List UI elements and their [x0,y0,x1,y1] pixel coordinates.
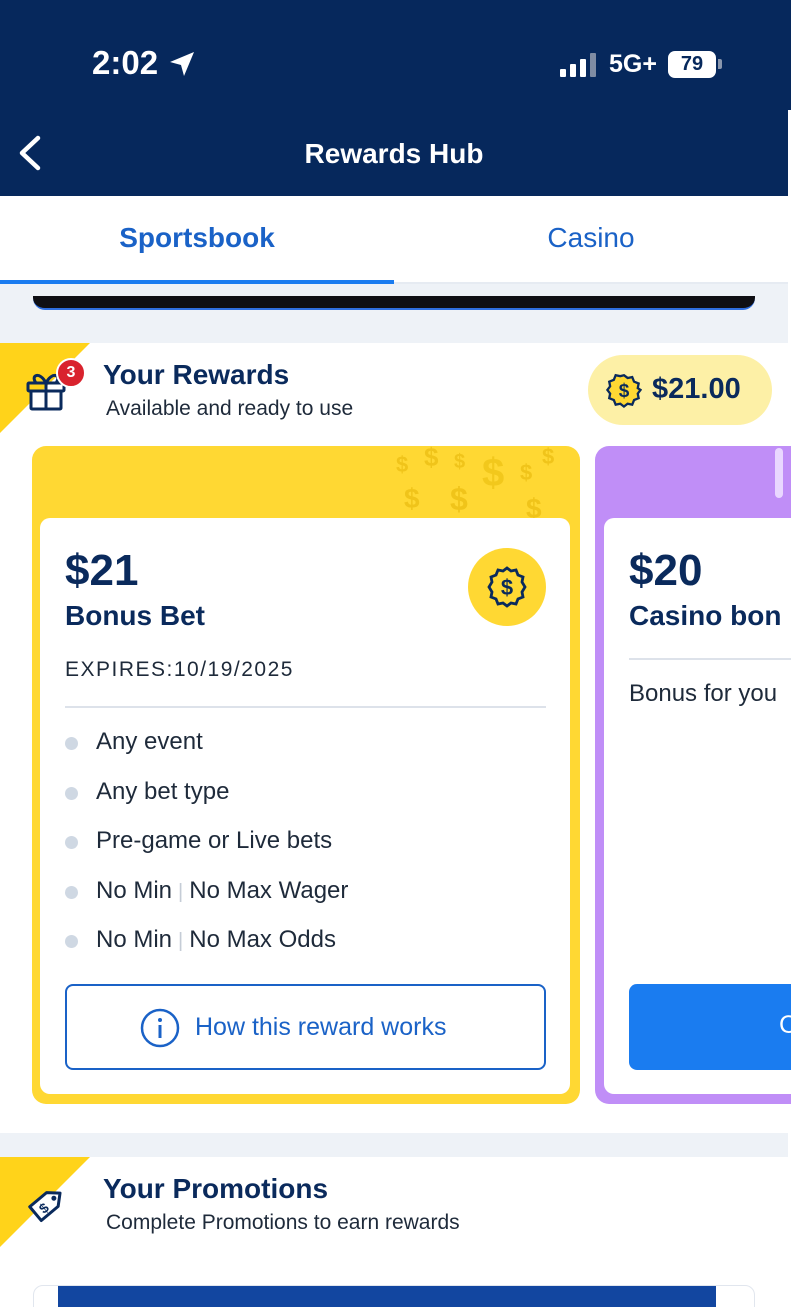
battery-cap [718,59,722,69]
bullet-dot [65,886,78,899]
promotion-card-image [58,1286,716,1307]
divider [629,658,791,660]
feature-text: Any bet type [96,778,230,805]
dollar-coin-icon: $ [606,373,642,408]
casino-reward-button-label: C [779,1011,791,1039]
promotions-subtitle: Complete Promotions to earn rewards [106,1211,460,1234]
svg-text:$: $ [520,460,532,485]
reward-card-bonus-bet[interactable]: $ $ $ $ $ $ $ $ $ $21 Bonus Bet $ EXPIRE… [32,446,580,1104]
tab-bar: Sportsbook Casino [0,196,788,284]
card-decoration [775,448,783,498]
promotion-card[interactable] [33,1285,755,1307]
feature-min: No Min [96,877,173,904]
dollar-pattern-decoration: $ $ $ $ $ $ $ $ $ [396,446,554,520]
reward-type: Casino bon [629,600,782,631]
svg-text:$: $ [450,481,468,517]
casino-reward-button[interactable]: C [629,984,791,1070]
tab-casino[interactable]: Casino [394,196,788,282]
reward-type: Bonus Bet [65,600,205,631]
reward-card-body: $20 Casino bon Bonus for you C [604,518,791,1094]
clock-time: 2:02 [92,44,159,81]
promo-banner-edge[interactable] [33,296,755,310]
promotions-title: Your Promotions [103,1173,329,1204]
dollar-coin-icon: $ [468,548,546,626]
svg-text:$: $ [396,452,408,477]
nav-bar: Rewards Hub [0,110,788,196]
reward-amount: $21 [65,546,139,595]
feature-text: No Min | No Max Odds [96,926,336,954]
how-reward-works-button[interactable]: How this reward works [65,984,546,1070]
location-arrow-icon [170,52,194,76]
svg-text:$: $ [619,381,630,402]
bullet-dot [65,836,78,849]
divider [65,706,546,708]
svg-text:$: $ [424,446,439,472]
reward-expiry: EXPIRES:10/19/2025 [65,658,294,681]
svg-text:$: $ [482,451,504,495]
bullet-dot [65,737,78,750]
reward-card-casino-bonus[interactable]: $20 Casino bon Bonus for you C [595,446,791,1104]
feature-text: Any event [96,728,203,755]
rewards-count-badge: 3 [56,358,86,388]
svg-text:$: $ [404,483,420,514]
feature-min: No Min [96,926,173,953]
info-icon [140,1008,180,1048]
svg-text:$: $ [542,446,554,469]
bullet-dot [65,935,78,948]
svg-text:$: $ [526,493,542,520]
rewards-title: Your Rewards [103,359,290,390]
feature-text: Pre-game or Live bets [96,827,333,854]
reward-card-body: $21 Bonus Bet $ EXPIRES:10/19/2025 Any e… [40,518,570,1094]
bullet-dot [65,787,78,800]
status-bar: 2:02 5G+ 79 [0,0,791,110]
svg-text:$: $ [454,451,465,473]
feature-max: No Max Wager [189,877,349,904]
rewards-subtitle: Available and ready to use [106,397,354,420]
rewards-balance: $21.00 [652,373,741,405]
rewards-section: 3 Your Rewards Available and ready to us… [0,343,791,1133]
network-type: 5G+ [609,50,657,78]
feature-separator: | [178,930,184,952]
feature-text: No Min | No Max Wager [96,877,348,905]
signal-icon [560,53,596,77]
battery-level: 79 [680,53,704,75]
tab-sportsbook[interactable]: Sportsbook [0,196,394,282]
reward-description: Bonus for you [629,680,778,707]
page-title: Rewards Hub [304,138,484,169]
promotions-section: $ Your Promotions Complete Promotions to… [0,1157,788,1307]
svg-text:$: $ [501,575,513,600]
feature-max: No Max Odds [189,926,336,953]
how-reward-works-label: How this reward works [195,1013,447,1041]
battery-icon: 79 [668,51,716,78]
price-tag-icon: $ [28,1191,62,1223]
rewards-balance-pill[interactable]: $ $21.00 [588,355,772,425]
reward-amount: $20 [629,546,703,595]
feature-separator: | [178,881,184,903]
